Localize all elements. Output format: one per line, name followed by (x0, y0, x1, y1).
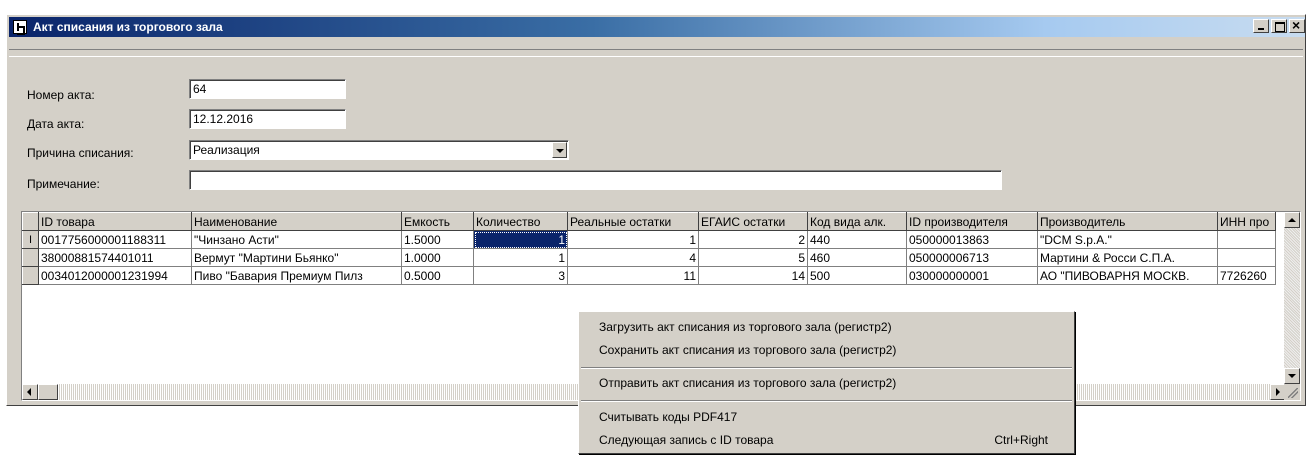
cell-quantity[interactable]: 3 (473, 266, 568, 285)
col-header-id[interactable]: ID товара (38, 212, 192, 231)
scroll-down-icon[interactable] (1284, 368, 1300, 384)
act-number-label: Номер акта: (27, 88, 95, 102)
col-header-capacity[interactable]: Емкость (401, 212, 474, 231)
window-title: Акт списания из торгового зала (33, 20, 223, 34)
reason-label: Причина списания: (27, 146, 134, 160)
menu-separator (581, 400, 1072, 402)
cell-real-stock[interactable]: 1 (567, 230, 699, 249)
col-header-real-stock[interactable]: Реальные остатки (567, 212, 699, 231)
cell-producer-id[interactable]: 050000013863 (906, 230, 1038, 249)
menu-item-save-act[interactable]: Сохранить акт списания из торгового зала… (599, 343, 896, 357)
cell-id[interactable]: 38000881574401011 (38, 248, 192, 267)
resize-grip-icon[interactable] (1284, 384, 1300, 400)
cell-producer[interactable]: Мартини & Росси С.П.А. (1037, 248, 1218, 267)
cell-inn[interactable]: 7726260 (1217, 266, 1276, 285)
scroll-thumb[interactable] (38, 384, 58, 400)
act-date-label: Дата акта: (27, 117, 85, 131)
table-row[interactable]: 38000881574401011 Вермут "Мартини Бьянко… (22, 248, 1276, 267)
table-row[interactable]: I 0017756000001188311 "Чинзано Асти" 1.5… (22, 230, 1276, 249)
toolbar-strip (9, 49, 1303, 57)
cell-egais-stock[interactable]: 5 (698, 248, 808, 267)
minimize-button[interactable] (1253, 19, 1269, 33)
cell-quantity[interactable]: 1 (473, 248, 568, 267)
col-header-producer[interactable]: Производитель (1037, 212, 1218, 231)
menu-item-read-pdf417[interactable]: Считывать коды PDF417 (599, 410, 737, 424)
note-label: Примечание: (27, 177, 100, 191)
cell-inn[interactable] (1217, 230, 1276, 249)
col-header-name[interactable]: Наименование (191, 212, 402, 231)
cell-name[interactable]: "Чинзано Асти" (191, 230, 402, 249)
row-indicator[interactable] (22, 248, 39, 267)
cell-alc-code[interactable]: 500 (807, 266, 907, 285)
reason-select[interactable]: Реализация (189, 140, 569, 160)
cell-quantity-selected[interactable]: 1 (473, 230, 568, 249)
act-date-field[interactable]: 12.12.2016 (189, 109, 346, 129)
grid-header-row: ID товара Наименование Емкость Количеств… (22, 212, 1276, 231)
menu-separator (581, 367, 1072, 369)
cell-producer-id[interactable]: 050000006713 (906, 248, 1038, 267)
cell-producer-id[interactable]: 030000000001 (906, 266, 1038, 285)
col-header-producer-id[interactable]: ID производителя (906, 212, 1038, 231)
scroll-up-icon[interactable] (1284, 212, 1300, 228)
cell-producer[interactable]: "DCM S.p.A." (1037, 230, 1218, 249)
cell-capacity[interactable]: 1.5000 (401, 230, 474, 249)
cell-capacity[interactable]: 1.0000 (401, 248, 474, 267)
close-button[interactable] (1289, 17, 1305, 33)
cell-real-stock[interactable]: 11 (567, 266, 699, 285)
reason-select-value: Реализация (193, 143, 260, 157)
cell-real-stock[interactable]: 4 (567, 248, 699, 267)
chevron-down-icon[interactable] (552, 142, 567, 158)
menu-shortcut: Ctrl+Right (994, 433, 1048, 447)
cell-egais-stock[interactable]: 2 (698, 230, 808, 249)
cell-id[interactable]: 0034012000001231994 (38, 266, 192, 285)
row-indicator[interactable]: I (22, 230, 39, 249)
act-number-field[interactable]: 64 (189, 79, 346, 99)
col-header-inn[interactable]: ИНН про (1217, 212, 1276, 231)
cell-alc-code[interactable]: 460 (807, 248, 907, 267)
menu-item-load-act[interactable]: Загрузить акт списания из торгового зала… (599, 320, 892, 334)
grid-corner[interactable] (22, 212, 39, 231)
menu-item-next-record[interactable]: Следующая запись с ID товара (599, 433, 773, 447)
cell-inn[interactable] (1217, 248, 1276, 267)
maximize-button[interactable] (1271, 19, 1287, 33)
cell-capacity[interactable]: 0.5000 (401, 266, 474, 285)
vertical-scrollbar[interactable] (1284, 212, 1300, 384)
cell-egais-stock[interactable]: 14 (698, 266, 808, 285)
col-header-quantity[interactable]: Количество (473, 212, 568, 231)
row-indicator[interactable] (22, 266, 39, 285)
col-header-egais-stock[interactable]: ЕГАИС остатки (698, 212, 808, 231)
table-row[interactable]: 0034012000001231994 Пиво "Бавария Премиу… (22, 266, 1276, 285)
context-menu: Загрузить акт списания из торгового зала… (578, 311, 1075, 454)
note-field[interactable] (189, 170, 1002, 190)
cell-name[interactable]: Вермут "Мартини Бьянко" (191, 248, 402, 267)
cell-id[interactable]: 0017756000001188311 (38, 230, 192, 249)
col-header-alc-code[interactable]: Код вида алк. (807, 212, 907, 231)
menu-item-send-act[interactable]: Отправить акт списания из торгового зала… (599, 376, 896, 390)
cell-name[interactable]: Пиво "Бавария Премиум Пилз (191, 266, 402, 285)
items-table: ID товара Наименование Емкость Количеств… (22, 212, 1276, 285)
scroll-left-icon[interactable] (22, 384, 38, 400)
title-bar[interactable]: Акт списания из торгового зала (9, 17, 1305, 37)
cell-producer[interactable]: АО "ПИВОВАРНЯ МОСКВ. (1037, 266, 1218, 285)
cell-alc-code[interactable]: 440 (807, 230, 907, 249)
document-icon (13, 20, 27, 35)
